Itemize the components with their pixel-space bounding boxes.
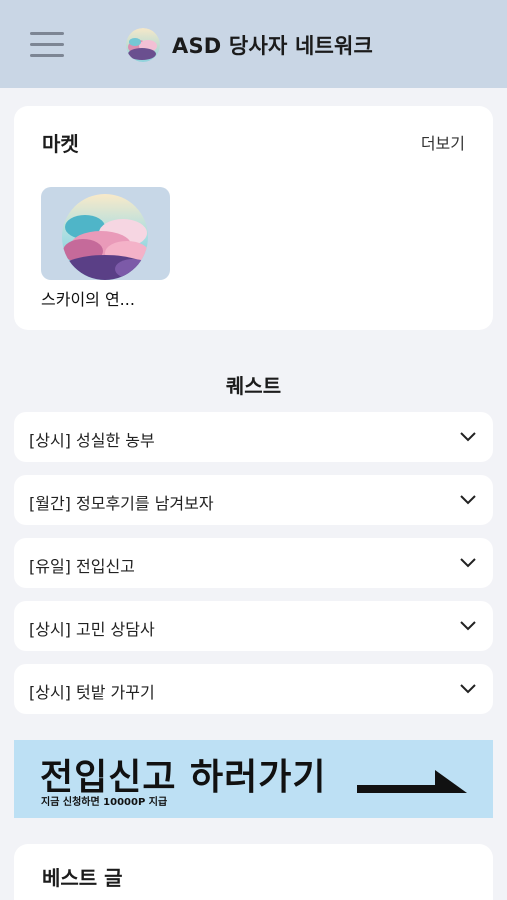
quest-item[interactable]: [상시] 성실한 농부 xyxy=(14,412,493,462)
quest-label: [유일] 전입신고 xyxy=(29,557,135,576)
hamburger-menu-icon[interactable] xyxy=(30,30,66,60)
quest-item[interactable]: [월간] 정모후기를 남겨보자 xyxy=(14,475,493,525)
quest-item[interactable]: [유일] 전입신고 xyxy=(14,538,493,588)
chevron-down-icon xyxy=(460,495,476,505)
menu-line xyxy=(30,43,64,46)
chevron-down-icon xyxy=(460,432,476,442)
product-card[interactable]: 스카이의 연... xyxy=(41,187,171,310)
quest-item[interactable]: [상시] 고민 상담사 xyxy=(14,601,493,651)
cloud-logo-icon xyxy=(126,28,160,62)
quest-label: [월간] 정모후기를 남겨보자 xyxy=(29,494,214,513)
app-header: ASD 당사자 네트워크 xyxy=(0,0,507,88)
market-title: 마켓 xyxy=(42,132,79,156)
quest-heading: 퀘스트 xyxy=(225,374,282,398)
cloud-artwork-thumbnail xyxy=(41,187,170,280)
product-name: 스카이의 연... xyxy=(41,290,135,309)
chevron-down-icon xyxy=(460,558,476,568)
banner-subtitle: 지금 신청하면 10000P 지급 xyxy=(41,797,168,808)
menu-line xyxy=(30,54,64,57)
chevron-down-icon xyxy=(460,684,476,694)
chevron-down-icon xyxy=(460,621,476,631)
market-more-link[interactable]: 더보기 xyxy=(421,130,465,154)
quest-label: [상시] 고민 상담사 xyxy=(29,620,155,639)
quest-item[interactable]: [상시] 텃밭 가꾸기 xyxy=(14,664,493,714)
app-title: ASD 당사자 네트워크 xyxy=(172,34,374,58)
arrow-right-icon xyxy=(357,770,467,793)
move-in-banner[interactable]: 전입신고 하러가기 지금 신청하면 10000P 지급 xyxy=(14,740,493,818)
best-posts-title: 베스트 글 xyxy=(42,866,123,890)
best-posts-section: 베스트 글 xyxy=(14,844,493,900)
menu-line xyxy=(30,32,64,35)
quest-label: [상시] 텃밭 가꾸기 xyxy=(29,683,155,702)
quest-label: [상시] 성실한 농부 xyxy=(29,431,155,450)
market-section: 마켓 더보기 스카이의 연... xyxy=(14,106,493,330)
